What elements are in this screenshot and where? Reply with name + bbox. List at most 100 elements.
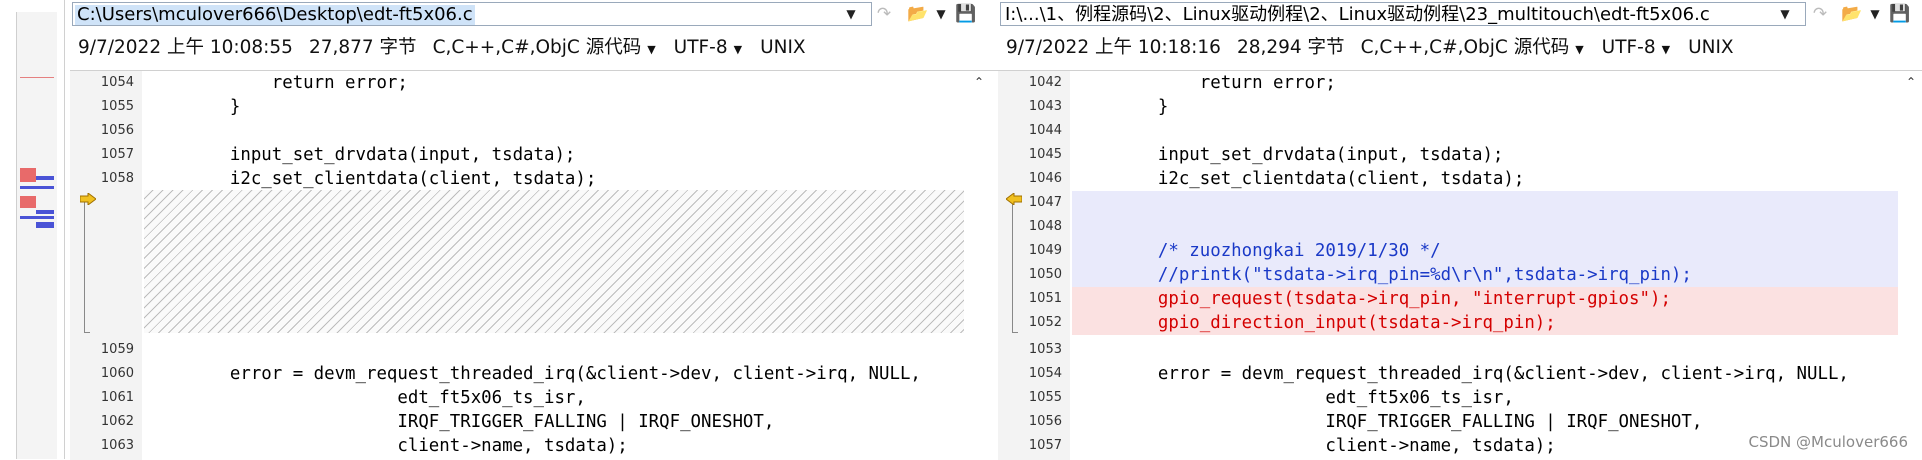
arrow-right-icon[interactable]: [80, 193, 96, 205]
right-path-dropdown[interactable]: ▼: [1774, 2, 1796, 26]
left-file-eol[interactable]: UNIX: [760, 37, 806, 58]
right-file-eol[interactable]: UNIX: [1688, 37, 1734, 58]
code-text: client->name, tsdata);: [1116, 436, 1556, 456]
code-text: error = devm_request_threaded_irq(&clien…: [188, 364, 921, 384]
line-number: 1046: [1028, 171, 1062, 186]
left-open-button[interactable]: 📂: [906, 3, 930, 25]
chevron-down-icon[interactable]: ▼: [1575, 43, 1583, 56]
line-number: 1042: [1028, 75, 1062, 90]
right-file-encoding[interactable]: UTF-8: [1602, 37, 1656, 58]
code-line: 1052 gpio_direction_input(tsdata->irq_pi…: [998, 311, 1922, 335]
line-number: 1056: [1028, 414, 1062, 429]
code-text-changed: gpio_request(tsdata->irq_pin, "interrupt…: [1116, 289, 1671, 309]
right-refresh-button[interactable]: ↷: [1808, 3, 1832, 25]
left-file-encoding[interactable]: UTF-8: [674, 37, 728, 58]
line-number: 1060: [100, 366, 134, 381]
code-text: i2c_set_clientdata(client, tsdata);: [188, 169, 597, 189]
code-text: return error;: [188, 73, 408, 93]
line-number: 1049: [1028, 243, 1062, 258]
code-line: 1057 input_set_drvdata(input, tsdata);: [70, 143, 998, 167]
overview-change-marker: [20, 196, 36, 208]
left-path-input[interactable]: C:\Users\mculover666\Desktop\edt-ft5x06.…: [72, 2, 872, 26]
right-file-language[interactable]: C,C++,C#,ObjC 源代码: [1361, 37, 1570, 58]
watermark: CSDN @Mculover666: [1748, 433, 1908, 451]
chevron-down-icon[interactable]: ▼: [647, 43, 655, 56]
right-file-size: 28,294 字节: [1236, 37, 1345, 58]
overview-change-marker: [20, 186, 54, 189]
line-number: 1051: [1028, 291, 1062, 306]
folder-icon: 📂: [1841, 4, 1863, 24]
left-file-date: 9/7/2022 上午 10:08:55: [78, 37, 293, 58]
line-number: 1044: [1028, 123, 1062, 138]
chevron-down-icon[interactable]: ▼: [1662, 43, 1670, 56]
line-number: 1048: [1028, 219, 1062, 234]
left-code-view[interactable]: ⌃ 1054 return error; 1055 } 1056 1057 in…: [70, 70, 998, 460]
chevron-down-icon: ▼: [1870, 7, 1880, 21]
line-number: 1052: [1028, 315, 1062, 330]
left-path-dropdown[interactable]: ▼: [840, 2, 862, 26]
code-line: 1055 edt_ft5x06_ts_isr,: [998, 386, 1922, 410]
code-line: 1043 }: [998, 95, 1922, 119]
right-info-bar: 9/7/2022 上午 10:18:16 28,294 字节 C,C++,C#,Ob…: [1006, 34, 1750, 62]
code-line: 1056 IRQF_TRIGGER_FALLING | IRQF_ONESHOT…: [998, 410, 1922, 434]
code-text: input_set_drvdata(input, tsdata);: [1116, 145, 1504, 165]
code-text: }: [188, 97, 241, 117]
chevron-down-icon: ▼: [936, 7, 946, 21]
code-line: 1051 gpio_request(tsdata->irq_pin, "inte…: [998, 287, 1922, 311]
line-number: 1057: [100, 147, 134, 162]
code-line: 1047: [998, 191, 1922, 215]
right-open-button[interactable]: 📂: [1840, 3, 1864, 25]
code-line: 1049 /* zuozhongkai 2019/1/30 */: [998, 239, 1922, 263]
line-number: 1050: [1028, 267, 1062, 282]
line-number: 1063: [100, 438, 134, 453]
code-comment: //printk("tsdata->irq_pin=%d\r\n",tsdata…: [1116, 265, 1692, 285]
overview-track[interactable]: [16, 12, 57, 459]
right-file-date: 9/7/2022 上午 10:18:16: [1006, 37, 1221, 58]
code-line: 1061 edt_ft5x06_ts_isr,: [70, 386, 998, 410]
chevron-down-icon[interactable]: ▼: [734, 43, 742, 56]
code-text: IRQF_TRIGGER_FALLING | IRQF_ONESHOT,: [188, 412, 775, 432]
chevron-down-icon: ▼: [846, 7, 856, 21]
left-info-bar: 9/7/2022 上午 10:08:55 27,877 字节 C,C++,C#,Ob…: [78, 34, 822, 62]
code-line: 1054 return error;: [70, 71, 998, 95]
line-number: 1058: [100, 171, 134, 186]
line-number: 1059: [100, 342, 134, 357]
line-number: 1057: [1028, 438, 1062, 453]
line-number: 1055: [1028, 390, 1062, 405]
code-text: client->name, tsdata);: [188, 436, 628, 456]
right-path-input[interactable]: I:\...\1、例程源码\2、Linux驱动例程\2、Linux驱动例程\23…: [1000, 2, 1806, 26]
line-number: 1056: [100, 123, 134, 138]
refresh-icon: ↷: [1812, 4, 1828, 24]
right-save-button[interactable]: 💾: [1888, 3, 1912, 25]
code-text: edt_ft5x06_ts_isr,: [1116, 388, 1514, 408]
left-pane: C:\Users\mculover666\Desktop\edt-ft5x06.…: [70, 0, 998, 460]
code-line: 1053: [998, 338, 1922, 362]
left-open-dropdown[interactable]: ▼: [930, 2, 952, 26]
line-number: 1054: [100, 75, 134, 90]
code-comment: /* zuozhongkai 2019/1/30 */: [1116, 241, 1441, 261]
left-save-button[interactable]: 💾: [954, 3, 978, 25]
code-line: 1048: [998, 215, 1922, 239]
line-number: 1045: [1028, 147, 1062, 162]
right-pane: I:\...\1、例程源码\2、Linux驱动例程\2、Linux驱动例程\23…: [998, 0, 1922, 460]
code-line: 1046 i2c_set_clientdata(client, tsdata);: [998, 167, 1922, 191]
code-line: 1042 return error;: [998, 71, 1922, 95]
line-number: 1061: [100, 390, 134, 405]
code-line: 1054 error = devm_request_threaded_irq(&…: [998, 362, 1922, 386]
code-text: return error;: [1116, 73, 1336, 93]
save-icon: 💾: [1889, 4, 1911, 24]
code-line: 1060 error = devm_request_threaded_irq(&…: [70, 362, 998, 386]
left-missing-lines-placeholder: [144, 190, 964, 333]
left-file-language[interactable]: C,C++,C#,ObjC 源代码: [433, 37, 642, 58]
code-text: }: [1116, 97, 1169, 117]
left-diff-bracket: [84, 199, 85, 333]
right-open-dropdown[interactable]: ▼: [1864, 2, 1886, 26]
code-line: 1062 IRQF_TRIGGER_FALLING | IRQF_ONESHOT…: [70, 410, 998, 434]
code-line: 1050 //printk("tsdata->irq_pin=%d\r\n",t…: [998, 263, 1922, 287]
diff-overview-map[interactable]: [0, 0, 65, 459]
right-code-view[interactable]: ⌃ 1042 return error; 1043 } 1044 1045 in…: [998, 70, 1922, 460]
left-refresh-button[interactable]: ↷: [872, 3, 896, 25]
left-diff-bracket-foot: [84, 332, 90, 333]
code-line: 1059: [70, 338, 998, 362]
code-text: i2c_set_clientdata(client, tsdata);: [1116, 169, 1525, 189]
